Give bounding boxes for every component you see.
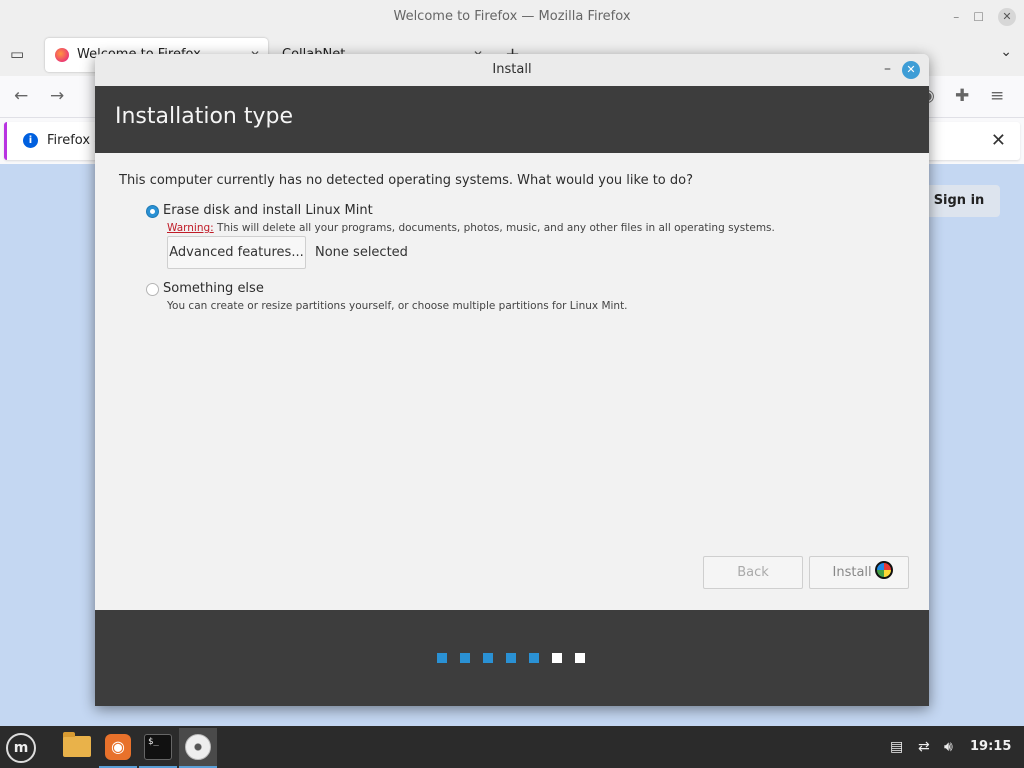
- disc-icon: [185, 734, 211, 760]
- tab-manager-icon[interactable]: ▭: [10, 44, 30, 64]
- progress-step-done: [437, 653, 447, 663]
- dialog-titlebar: Install – ✕: [95, 54, 929, 86]
- minimize-icon[interactable]: –: [953, 0, 959, 34]
- dialog-minimize-icon[interactable]: –: [884, 54, 891, 84]
- network-tray-icon[interactable]: ⇄: [918, 726, 930, 768]
- firefox-titlebar: Welcome to Firefox — Mozilla Firefox – ☐…: [0, 0, 1024, 34]
- dialog-title: Install: [492, 62, 532, 77]
- progress-step-done: [460, 653, 470, 663]
- dialog-close-icon[interactable]: ✕: [902, 61, 920, 79]
- erase-disk-label[interactable]: Erase disk and install Linux Mint: [163, 203, 373, 218]
- extensions-icon[interactable]: ✚: [955, 86, 969, 106]
- notification-close-icon[interactable]: ✕: [991, 130, 1006, 151]
- firefox-favicon-icon: [55, 48, 69, 62]
- notification-text: Firefox a: [47, 133, 103, 148]
- warning-text: This will delete all your programs, docu…: [213, 222, 775, 234]
- dialog-footer: [95, 610, 929, 706]
- warning-label: Warning:: [167, 222, 214, 234]
- firefox-window-controls: – ☐ ✕: [953, 0, 1016, 34]
- notes-tray-icon[interactable]: ▤: [890, 726, 903, 768]
- busy-cursor-icon: [875, 561, 893, 579]
- back-button[interactable]: Back: [703, 556, 803, 589]
- something-else-radio[interactable]: [146, 283, 159, 296]
- volume-tray-icon[interactable]: 🔊︎: [944, 726, 953, 768]
- installer-launcher[interactable]: [179, 728, 217, 768]
- progress-step-done: [529, 653, 539, 663]
- progress-step-done: [506, 653, 516, 663]
- terminal-icon: $_: [144, 734, 172, 760]
- page-title: Installation type: [115, 104, 293, 129]
- progress-step-pending: [575, 653, 585, 663]
- erase-disk-radio[interactable]: [146, 205, 159, 218]
- list-all-tabs-icon[interactable]: ⌄: [1000, 44, 1012, 60]
- install-dialog: Install – ✕ Installation type This compu…: [95, 54, 929, 706]
- firefox-icon: ◉: [105, 734, 131, 760]
- files-launcher[interactable]: [58, 728, 96, 766]
- progress-step-done: [483, 653, 493, 663]
- dialog-header: Installation type: [95, 86, 929, 153]
- install-now-button[interactable]: Install N: [809, 556, 909, 589]
- app-menu-icon[interactable]: ≡: [990, 86, 1004, 106]
- close-icon[interactable]: ✕: [998, 8, 1016, 26]
- firefox-launcher[interactable]: ◉: [99, 728, 137, 768]
- clock[interactable]: 19:15: [970, 726, 1011, 768]
- back-arrow-icon[interactable]: ←: [14, 86, 28, 106]
- dialog-body: This computer currently has no detected …: [95, 153, 929, 610]
- forward-arrow-icon[interactable]: →: [50, 86, 64, 106]
- something-else-description: You can create or resize partitions your…: [167, 300, 628, 312]
- progress-step-pending: [552, 653, 562, 663]
- firefox-window-title: Welcome to Firefox — Mozilla Firefox: [393, 9, 631, 24]
- erase-disk-warning: Warning: This will delete all your progr…: [167, 222, 775, 234]
- terminal-launcher[interactable]: $_: [139, 728, 177, 768]
- sign-in-button[interactable]: Sign in: [918, 185, 1000, 217]
- taskbar: m ◉ $_ ▤ ⇄ 🔊︎ 19:15: [0, 726, 1024, 768]
- something-else-label[interactable]: Something else: [163, 281, 264, 296]
- folder-icon: [63, 732, 91, 757]
- mint-menu-icon[interactable]: m: [6, 733, 36, 763]
- info-icon: i: [23, 133, 38, 148]
- installation-progress-steps: [437, 653, 585, 663]
- installation-question: This computer currently has no detected …: [119, 173, 693, 188]
- advanced-features-status: None selected: [315, 245, 408, 260]
- advanced-features-button[interactable]: Advanced features...: [167, 236, 306, 269]
- maximize-icon[interactable]: ☐: [973, 0, 984, 34]
